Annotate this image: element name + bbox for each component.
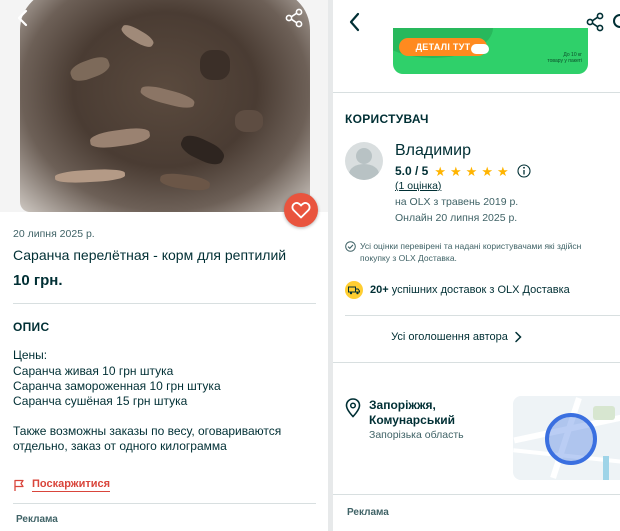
listing-date: 20 липня 2025 р. bbox=[13, 228, 95, 240]
chevron-left-icon bbox=[17, 9, 28, 27]
star-icon: ★ bbox=[496, 163, 509, 179]
check-circle-icon bbox=[345, 241, 356, 252]
description-line: Цены: bbox=[13, 348, 48, 362]
star-icon: ★ bbox=[481, 163, 493, 179]
delivery-count: 20+ bbox=[370, 284, 389, 296]
star-icon: ★ bbox=[450, 163, 462, 179]
heart-icon[interactable] bbox=[613, 14, 620, 28]
ad-label: Реклама bbox=[16, 514, 58, 525]
rating-row: 5.0 / 5 ★ ★ ★ ★ ★ bbox=[395, 164, 531, 178]
divider bbox=[13, 503, 316, 504]
delivery-text: успішних доставок з OLX Доставка bbox=[388, 284, 570, 296]
verified-text: покупку з OLX Доставка. bbox=[360, 253, 457, 263]
divider bbox=[333, 362, 620, 363]
favorite-button[interactable] bbox=[284, 193, 318, 227]
back-button[interactable] bbox=[11, 6, 35, 30]
listing-panel: 20 липня 2025 р. Саранча перелётная - ко… bbox=[0, 0, 328, 531]
share-icon bbox=[586, 12, 604, 32]
share-icon bbox=[285, 8, 303, 28]
all-ads-label: Усі оголошення автора bbox=[391, 331, 508, 343]
rating-value: 5.0 / 5 bbox=[395, 164, 429, 178]
delivery-banner[interactable]: ДЕТАЛІ ТУТ До 10 кг товару у пакеті bbox=[393, 28, 588, 74]
description-line: Саранча сушёная 15 грн штука bbox=[13, 394, 188, 408]
location-region: Запорізька область bbox=[369, 429, 464, 441]
location-district: Комунарський bbox=[369, 413, 455, 427]
user-heading: КОРИСТУВАЧ bbox=[345, 112, 429, 126]
description-line: Саранча живая 10 грн штука bbox=[13, 364, 174, 378]
last-online: Онлайн 20 липня 2025 р. bbox=[395, 212, 518, 224]
truck-icon bbox=[345, 281, 363, 299]
info-icon[interactable] bbox=[517, 164, 531, 178]
divider bbox=[13, 303, 316, 304]
flag-icon bbox=[14, 479, 24, 491]
map-area-marker bbox=[545, 413, 597, 465]
complain-label: Поскаржитися bbox=[32, 478, 111, 492]
banner-note: товару у пакеті bbox=[547, 58, 582, 64]
description-line: Также возможны заказы по весу, оговарива… bbox=[13, 424, 282, 438]
all-ads-link[interactable]: Усі оголошення автора bbox=[333, 331, 620, 343]
description-line: отдельно, заказ от одного килограмма bbox=[13, 439, 227, 453]
listing-photo[interactable] bbox=[0, 0, 328, 212]
location-map[interactable] bbox=[513, 396, 620, 480]
star-icon: ★ bbox=[465, 163, 478, 179]
verified-note: Усі оцінки перевірені та надані користув… bbox=[345, 240, 620, 264]
seller-panel: ДЕТАЛІ ТУТ До 10 кг товару у пакеті КОРИ… bbox=[333, 0, 620, 531]
location-pin-icon bbox=[345, 398, 361, 418]
ratings-link[interactable]: (1 оцінка) bbox=[395, 180, 441, 192]
hand-icon bbox=[471, 44, 489, 54]
divider bbox=[345, 315, 620, 316]
divider bbox=[333, 494, 620, 495]
divider bbox=[333, 92, 620, 93]
verified-text: Усі оцінки перевірені та надані користув… bbox=[360, 241, 582, 251]
chevron-left-icon bbox=[349, 12, 360, 32]
avatar bbox=[345, 142, 383, 180]
description-line: Саранча замороженная 10 грн штука bbox=[13, 379, 221, 393]
member-since: на OLX з травень 2019 р. bbox=[395, 196, 519, 208]
listing-price: 10 грн. bbox=[13, 272, 63, 289]
chevron-right-icon bbox=[515, 331, 522, 343]
back-button[interactable] bbox=[343, 10, 367, 34]
listing-title: Саранча перелётная - корм для рептилий bbox=[13, 247, 287, 263]
location-city: Запоріжжя, bbox=[369, 398, 436, 412]
complain-link[interactable]: Поскаржитися bbox=[13, 478, 111, 492]
user-name[interactable]: Владимир bbox=[395, 142, 471, 160]
share-button[interactable] bbox=[282, 6, 306, 30]
delivery-stats: 20+ успішних доставок з OLX Доставка bbox=[345, 281, 570, 299]
location-block: Запоріжжя, Комунарський Запорізька облас… bbox=[345, 398, 464, 441]
ad-label: Реклама bbox=[347, 507, 389, 518]
heart-icon bbox=[291, 202, 311, 219]
star-icon: ★ bbox=[434, 163, 447, 179]
description-heading: ОПИС bbox=[13, 320, 50, 334]
